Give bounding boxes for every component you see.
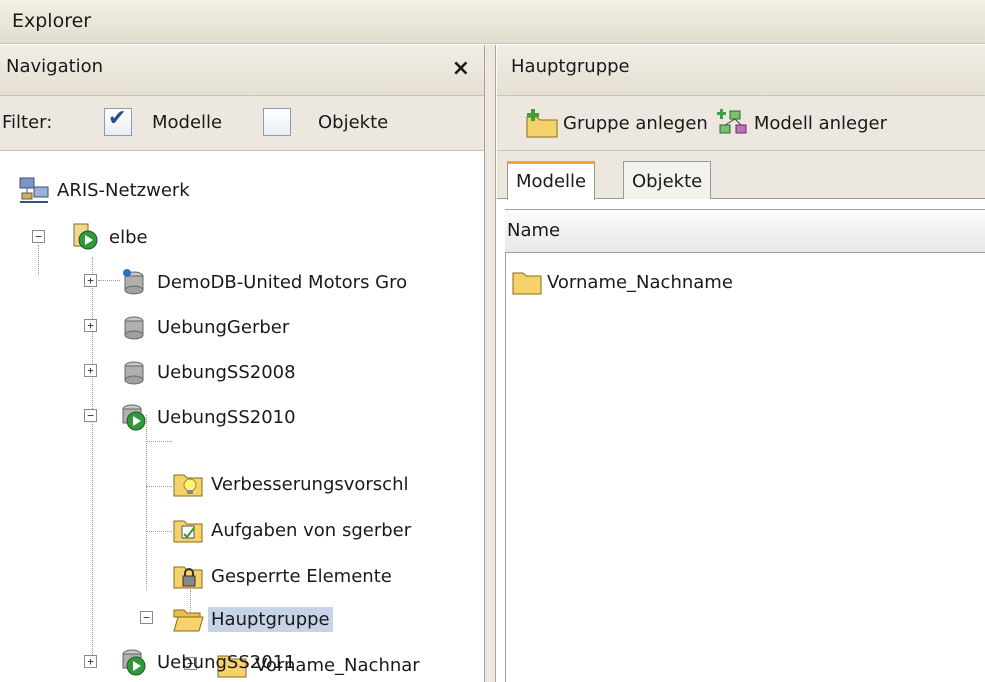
tree-item-uebunggerber[interactable]: UebungGerber [118,309,292,345]
create-group-label: Gruppe anlegen [563,112,708,134]
create-model-label: Modell anleger [753,112,888,134]
collapse-icon[interactable]: − [140,611,153,624]
filter-objekte-label[interactable]: Objekte [318,112,388,133]
folder-icon [511,267,543,297]
tree-item-aris-netzwerk[interactable]: ARIS-Netzwerk [18,172,193,208]
navigation-pane: Navigation × Filter: ✔ Modelle Objekte A… [0,45,484,682]
filter-modelle-checkbox[interactable]: ✔ [104,106,132,136]
filter-label: Filter: [2,112,53,133]
list-item-label: Vorname_Nachname [547,271,733,293]
close-icon[interactable]: × [452,56,470,81]
create-model-button[interactable]: Modell anleger [716,107,887,139]
tree-item-demodb[interactable]: DemoDB-United Motors Gro [118,264,410,300]
tree-item-hauptgruppe[interactable]: Hauptgruppe [172,601,333,637]
collapse-icon[interactable]: − [84,409,97,422]
tree-item-uebungss2011-row[interactable]: UebungSS2011 [118,644,299,680]
expand-icon[interactable]: + [84,655,97,668]
tree-label: UebungSS2011 [157,651,296,673]
column-header-name[interactable]: Name [505,209,985,253]
pane-splitter[interactable] [484,45,496,682]
add-folder-icon [526,109,558,138]
tree-item-uebungss2008[interactable]: UebungSS2008 [118,354,299,390]
tree-label: elbe [109,226,148,248]
app-title: Explorer [0,0,985,44]
database-icon [118,312,150,342]
filter-objekte-checkbox[interactable] [263,108,291,136]
tree-item-uebungss2010[interactable]: UebungSS2010 [118,399,299,435]
filter-bar: Filter: ✔ Modelle Objekte [0,96,484,151]
tab-strip: Modelle Objekte [497,151,985,200]
lock-folder-icon [172,561,204,591]
filter-modelle-label[interactable]: Modelle [152,112,222,133]
expand-icon[interactable]: + [84,319,97,332]
tree-label: UebungSS2008 [157,361,296,383]
create-group-button[interactable]: Gruppe anlegen [525,107,708,139]
tree-item-aufgaben[interactable]: Aufgaben von sgerber [172,512,414,548]
navigation-title: Navigation [6,56,104,77]
folder-open-icon [172,604,204,634]
tree-connector [146,531,172,532]
network-icon [18,175,50,205]
tree-connector [146,441,172,442]
navigation-header: Navigation × [0,45,484,96]
tree-label: UebungSS2010 [157,406,296,428]
server-icon [70,222,102,252]
list-item[interactable]: Vorname_Nachname [511,263,733,301]
checkmark-icon: ✔ [108,106,127,131]
tree-label: Hauptgruppe [208,606,333,632]
database-open-icon [118,402,150,432]
collapse-icon[interactable]: − [32,230,45,243]
database-icon [118,357,150,387]
tab-modelle[interactable]: Modelle [507,161,596,200]
toolbar: Gruppe anlegen Modell anleger [497,96,985,151]
tree-label: UebungGerber [157,316,290,338]
tree-label: Verbesserungsvorschl [211,473,409,495]
tree-label: Aufgaben von sgerber [211,519,412,541]
database-open-icon [118,647,150,677]
add-model-icon [716,109,747,134]
task-folder-icon [172,515,204,545]
expand-icon[interactable]: + [84,274,97,287]
list-border [505,209,506,682]
tree-label: DemoDB-United Motors Gro [157,271,408,293]
expand-icon[interactable]: + [84,364,97,377]
tree-item-gesperrt[interactable]: Gesperrte Elemente [172,558,395,594]
tree-label: ARIS-Netzwerk [57,179,190,201]
main-pane: Hauptgruppe Gruppe anlegen Modell anlege… [497,45,985,682]
tree-connector [98,280,120,281]
tab-objekte[interactable]: Objekte [623,161,712,199]
tree-connector [38,245,39,275]
tree-item-elbe[interactable]: elbe [70,219,151,255]
tree-label: Gesperrte Elemente [211,565,392,587]
idea-folder-icon [172,469,204,499]
tree-item-verbesserung[interactable]: Verbesserungsvorschl [172,466,412,502]
database-icon [118,267,150,297]
tree-connector [146,486,172,487]
main-title: Hauptgruppe [497,45,985,96]
